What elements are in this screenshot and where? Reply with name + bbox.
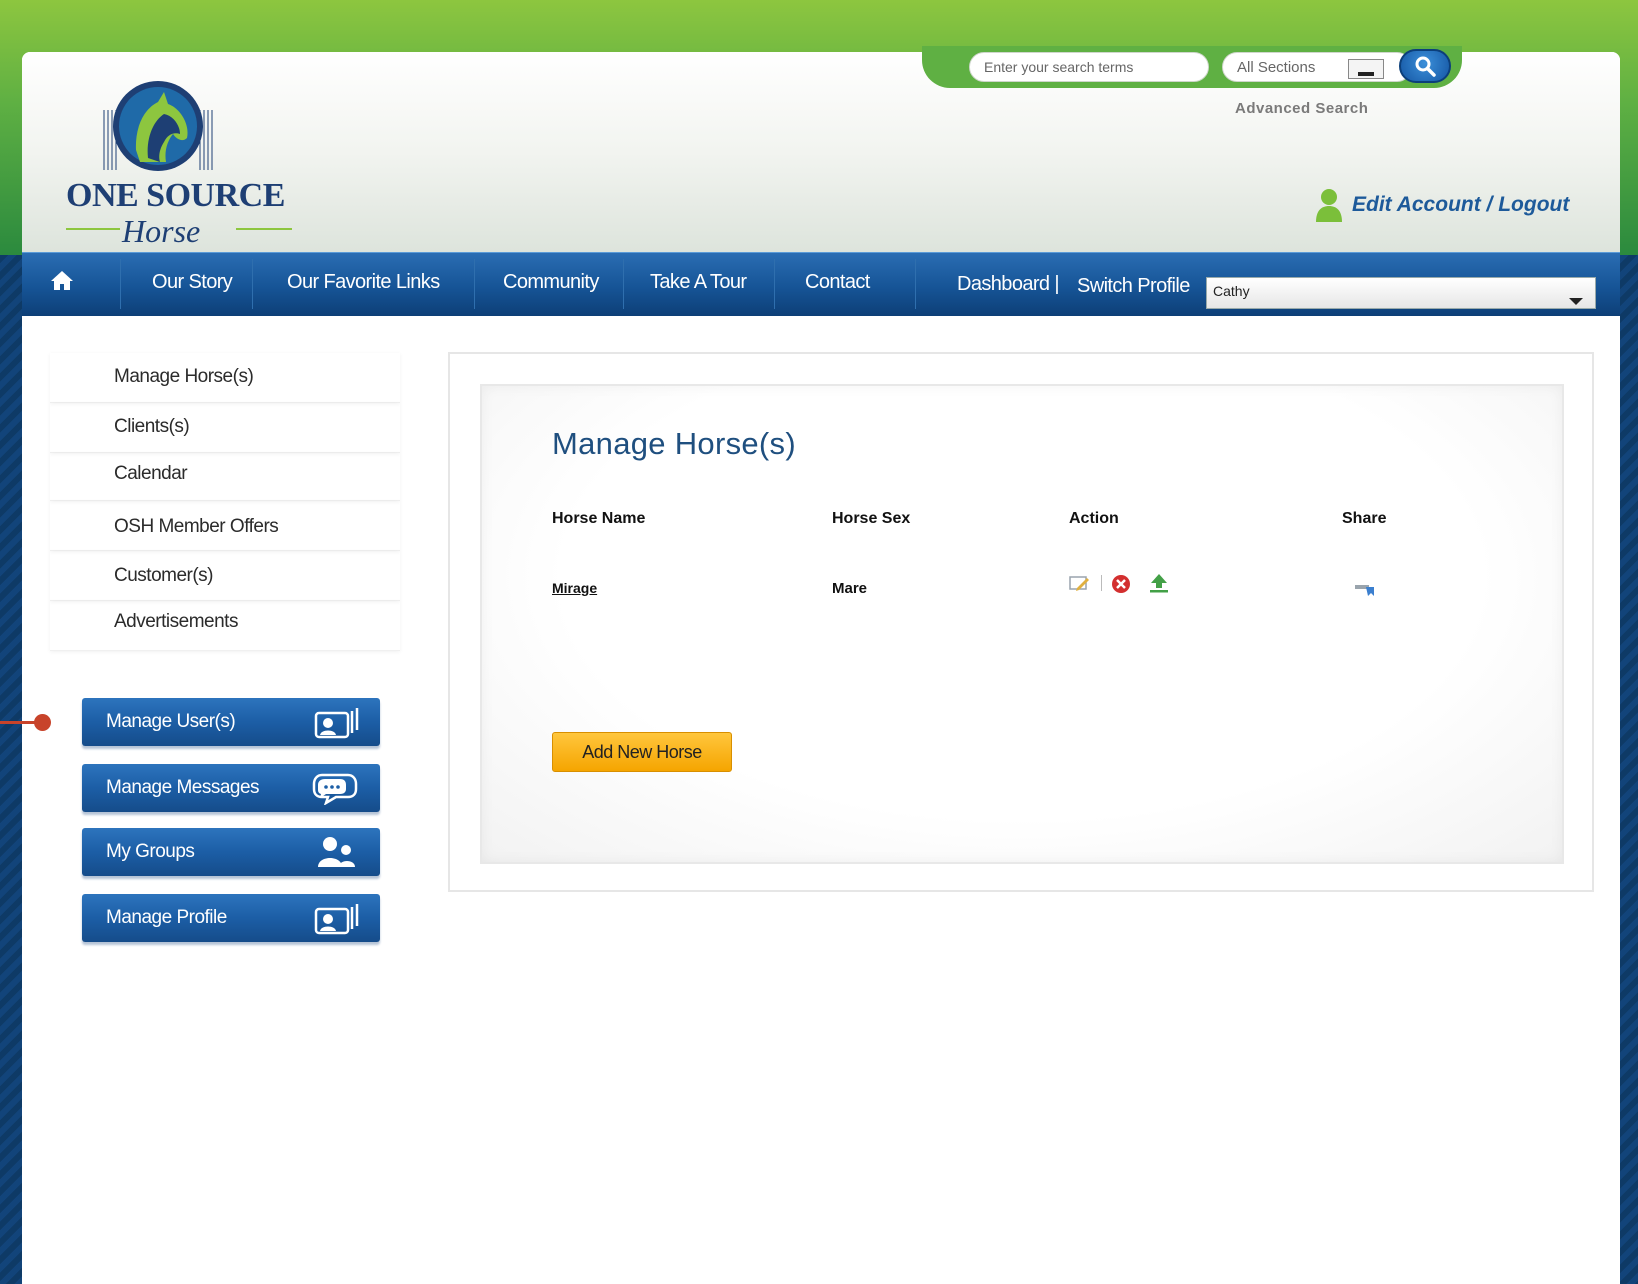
nav-separator — [623, 259, 624, 309]
sidebar-item-manage-horses[interactable]: Manage Horse(s) — [50, 353, 400, 403]
site-logo[interactable]: ONE SOURCE Horse — [40, 70, 310, 249]
column-header-action: Action — [1069, 510, 1119, 527]
sidebar-item-label: OSH Member Offers — [114, 516, 279, 537]
button-label: My Groups — [106, 841, 195, 862]
button-label: Manage Messages — [106, 777, 260, 798]
sidebar-item-label: Manage Horse(s) — [114, 366, 254, 387]
manage-messages-button[interactable]: Manage Messages — [82, 764, 380, 812]
section-dropdown-toggle[interactable] — [1348, 59, 1384, 79]
nav-separator — [252, 259, 253, 309]
nav-separator — [915, 259, 916, 309]
button-label: Manage User(s) — [106, 711, 236, 732]
nav-contact[interactable]: Contact — [805, 271, 870, 294]
nav-separator — [474, 259, 475, 309]
nav-community[interactable]: Community — [503, 271, 599, 294]
manage-profile-button[interactable]: Manage Profile — [82, 894, 380, 942]
switch-profile-label: Switch Profile — [1077, 275, 1190, 297]
section-select[interactable]: All Sections — [1222, 52, 1412, 82]
button-label: Manage Profile — [106, 907, 227, 928]
manage-users-button[interactable]: Manage User(s) — [82, 698, 380, 746]
sidebar-item-customers[interactable]: Customer(s) — [50, 551, 400, 601]
home-icon[interactable] — [50, 269, 74, 296]
edit-icon[interactable] — [1069, 574, 1091, 599]
search-input[interactable] — [969, 52, 1209, 82]
group-icon — [312, 835, 362, 874]
nav-take-a-tour[interactable]: Take A Tour — [650, 271, 747, 294]
sidebar-item-advertisements[interactable]: Advertisements — [50, 601, 400, 651]
sidebar-item-label: Customer(s) — [114, 565, 214, 586]
user-icon — [1316, 189, 1342, 222]
nav-our-favorite-links[interactable]: Our Favorite Links — [287, 271, 440, 294]
chat-bubble-icon — [312, 771, 362, 810]
column-header-horse-name: Horse Name — [552, 510, 646, 527]
nav-dashboard[interactable]: Dashboard | — [957, 273, 1060, 296]
logo-wordmark: ONE SOURCE — [66, 177, 285, 214]
nav-separator — [774, 259, 775, 309]
logo-rule-right — [236, 228, 292, 230]
horse-name-link[interactable]: Mirage — [552, 580, 597, 596]
sidebar-item-label: Advertisements — [114, 611, 238, 632]
column-header-horse-sex: Horse Sex — [832, 510, 911, 527]
sidebar-item-calendar[interactable]: Calendar — [50, 453, 400, 501]
delete-icon[interactable] — [1111, 574, 1131, 599]
logo-script: Horse — [122, 213, 201, 249]
separator — [1101, 575, 1102, 591]
nav-our-story[interactable]: Our Story — [152, 271, 233, 294]
nav-separator — [120, 259, 121, 309]
annotation-marker-dot — [34, 714, 51, 731]
account-link-label: Edit Account / Logout — [1352, 193, 1570, 216]
sidebar-links: Manage Horse(s) Clients(s) Calendar OSH … — [50, 353, 400, 651]
sidebar-item-label: Clients(s) — [114, 416, 190, 437]
switch-profile-select[interactable]: Cathy — [1206, 277, 1596, 309]
search-button[interactable] — [1399, 49, 1451, 83]
column-header-share: Share — [1342, 510, 1387, 527]
page-title: Manage Horse(s) — [552, 426, 796, 461]
horse-sex-value: Mare — [832, 580, 868, 597]
section-select-value: All Sections — [1237, 58, 1316, 76]
sidebar-item-osh-member-offers[interactable]: OSH Member Offers — [50, 501, 400, 551]
my-groups-button[interactable]: My Groups — [82, 828, 380, 876]
sidebar-item-label: Calendar — [114, 463, 188, 484]
edit-account-logout-link[interactable]: Edit Account / Logout — [1314, 188, 1569, 222]
share-icon[interactable] — [1354, 582, 1376, 603]
logo-rule-left — [66, 228, 120, 230]
advanced-search-link[interactable]: Advanced Search — [1235, 100, 1368, 117]
sidebar-item-clients[interactable]: Clients(s) — [50, 403, 400, 453]
user-card-icon — [312, 705, 362, 744]
header: ONE SOURCE Horse All Sections Advanced S… — [22, 46, 1620, 252]
upload-icon[interactable] — [1147, 572, 1171, 599]
add-new-horse-button[interactable]: Add New Horse — [552, 732, 732, 772]
search-icon — [1415, 56, 1436, 77]
main-nav: Our Story Our Favorite Links Community T… — [22, 252, 1620, 316]
profile-card-icon — [312, 901, 362, 940]
